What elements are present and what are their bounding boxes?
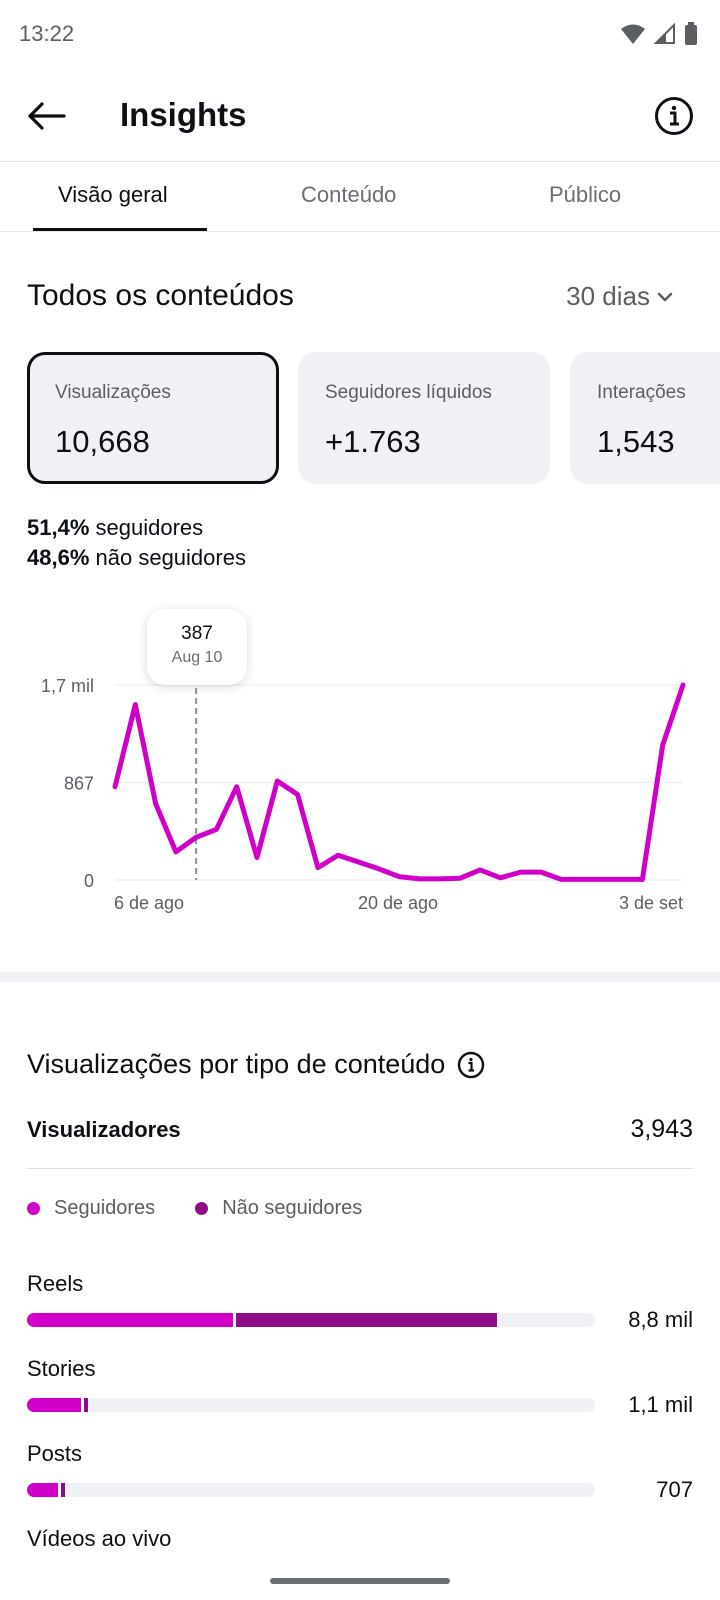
legend-dot bbox=[27, 1202, 40, 1215]
non-followers-bar bbox=[58, 1483, 66, 1497]
legend-followers: Seguidores bbox=[27, 1197, 155, 1220]
views-by-type-heading: Visualizações por tipo de conteúdo bbox=[27, 1049, 446, 1079]
metric-label: Seguidores líquidos bbox=[325, 382, 492, 403]
metric-card-views[interactable]: Visualizações 10,668 bbox=[27, 352, 279, 484]
metric-value: 10,668 bbox=[55, 424, 150, 459]
y-tick-label: 1,7 mil bbox=[41, 676, 94, 696]
type-label: Posts bbox=[27, 1441, 83, 1466]
arrow-left-icon bbox=[28, 102, 66, 130]
section-divider bbox=[0, 972, 720, 982]
non-followers-text: não seguidores bbox=[95, 545, 246, 570]
views-line-chart[interactable]: 0 867 1,7 mil 6 de ago 20 de ago 3 de set bbox=[0, 600, 720, 940]
followers-ratio: 51,4% seguidores bbox=[27, 515, 203, 541]
wifi-icon bbox=[621, 24, 645, 44]
x-tick-label: 3 de set bbox=[619, 893, 683, 913]
chevron-down-icon bbox=[657, 292, 673, 301]
type-bar-track bbox=[27, 1483, 595, 1497]
metric-label: Interações bbox=[597, 382, 686, 403]
back-button[interactable] bbox=[22, 94, 70, 138]
type-value: 8,8 mil bbox=[628, 1307, 693, 1332]
type-row-stories[interactable]: Stories 1,1 mil bbox=[27, 1356, 693, 1426]
active-tab-indicator bbox=[33, 228, 207, 231]
followers-bar bbox=[27, 1313, 233, 1327]
type-row-live[interactable]: Vídeos ao vivo bbox=[27, 1526, 693, 1566]
section-title: Todos os conteúdos bbox=[27, 279, 294, 312]
home-indicator[interactable] bbox=[270, 1578, 450, 1584]
status-bar: 13:22 bbox=[0, 0, 720, 70]
type-value: 1,1 mil bbox=[628, 1392, 693, 1417]
range-label: 30 dias bbox=[566, 281, 650, 311]
legend-non-followers: Não seguidores bbox=[195, 1197, 362, 1220]
info-button[interactable] bbox=[654, 96, 694, 136]
tooltip-value: 387 bbox=[181, 623, 213, 644]
followers-pct: 51,4% bbox=[27, 515, 90, 540]
signal-icon bbox=[654, 23, 675, 44]
tab-overview[interactable]: Visão geral bbox=[58, 182, 168, 208]
tab-bar: Visão geral Conteúdo Público bbox=[0, 162, 720, 232]
info-icon[interactable] bbox=[457, 1051, 485, 1079]
status-icons bbox=[620, 22, 698, 46]
type-bar-track bbox=[27, 1398, 595, 1412]
metric-value: +1.763 bbox=[325, 424, 421, 459]
app-header: Insights bbox=[0, 70, 720, 162]
type-bar-track bbox=[27, 1313, 595, 1327]
non-followers-bar bbox=[80, 1398, 88, 1412]
non-followers-pct: 48,6% bbox=[27, 545, 90, 570]
y-tick-label: 0 bbox=[84, 871, 94, 891]
x-tick-label: 6 de ago bbox=[114, 893, 184, 913]
chart-legend: Seguidores Não seguidores bbox=[27, 1197, 362, 1220]
chart-tooltip: 387 Aug 10 bbox=[147, 609, 247, 685]
legend-label: Seguidores bbox=[54, 1197, 156, 1219]
metric-card-net-followers[interactable]: Seguidores líquidos +1.763 bbox=[298, 352, 550, 484]
type-row-posts[interactable]: Posts 707 bbox=[27, 1441, 693, 1511]
range-dropdown[interactable]: 30 dias bbox=[566, 281, 674, 312]
info-icon bbox=[655, 97, 693, 135]
type-label: Reels bbox=[27, 1271, 84, 1296]
followers-bar bbox=[27, 1483, 59, 1497]
tab-audience[interactable]: Público bbox=[549, 182, 621, 208]
battery-icon bbox=[685, 22, 697, 45]
followers-text: seguidores bbox=[95, 515, 204, 540]
tooltip-date: Aug 10 bbox=[171, 649, 223, 666]
metric-label: Visualizações bbox=[55, 382, 171, 403]
type-label: Stories bbox=[27, 1356, 96, 1381]
non-followers-ratio: 48,6% não seguidores bbox=[27, 545, 246, 571]
tab-content[interactable]: Conteúdo bbox=[301, 182, 396, 208]
metric-value: 1,543 bbox=[597, 424, 675, 459]
type-row-reels[interactable]: Reels 8,8 mil bbox=[27, 1271, 693, 1341]
x-tick-label: 20 de ago bbox=[358, 893, 438, 913]
non-followers-bar bbox=[232, 1313, 497, 1327]
type-label: Vídeos ao vivo bbox=[27, 1526, 172, 1551]
page-title: Insights bbox=[120, 96, 247, 133]
type-value: 707 bbox=[656, 1477, 693, 1502]
legend-dot bbox=[195, 1202, 209, 1215]
viewers-value: 3,943 bbox=[630, 1115, 693, 1143]
status-time: 13:22 bbox=[19, 21, 75, 46]
followers-bar bbox=[27, 1398, 81, 1412]
y-tick-label: 867 bbox=[64, 774, 94, 794]
views-by-type-title: Visualizações por tipo de conteúdo bbox=[27, 1049, 485, 1080]
viewers-label: Visualizadores bbox=[27, 1117, 181, 1142]
legend-label: Não seguidores bbox=[222, 1197, 363, 1219]
metric-card-interactions[interactable]: Interações 1,543 bbox=[570, 352, 720, 484]
viewers-row: Visualizadores 3,943 bbox=[27, 1113, 693, 1169]
